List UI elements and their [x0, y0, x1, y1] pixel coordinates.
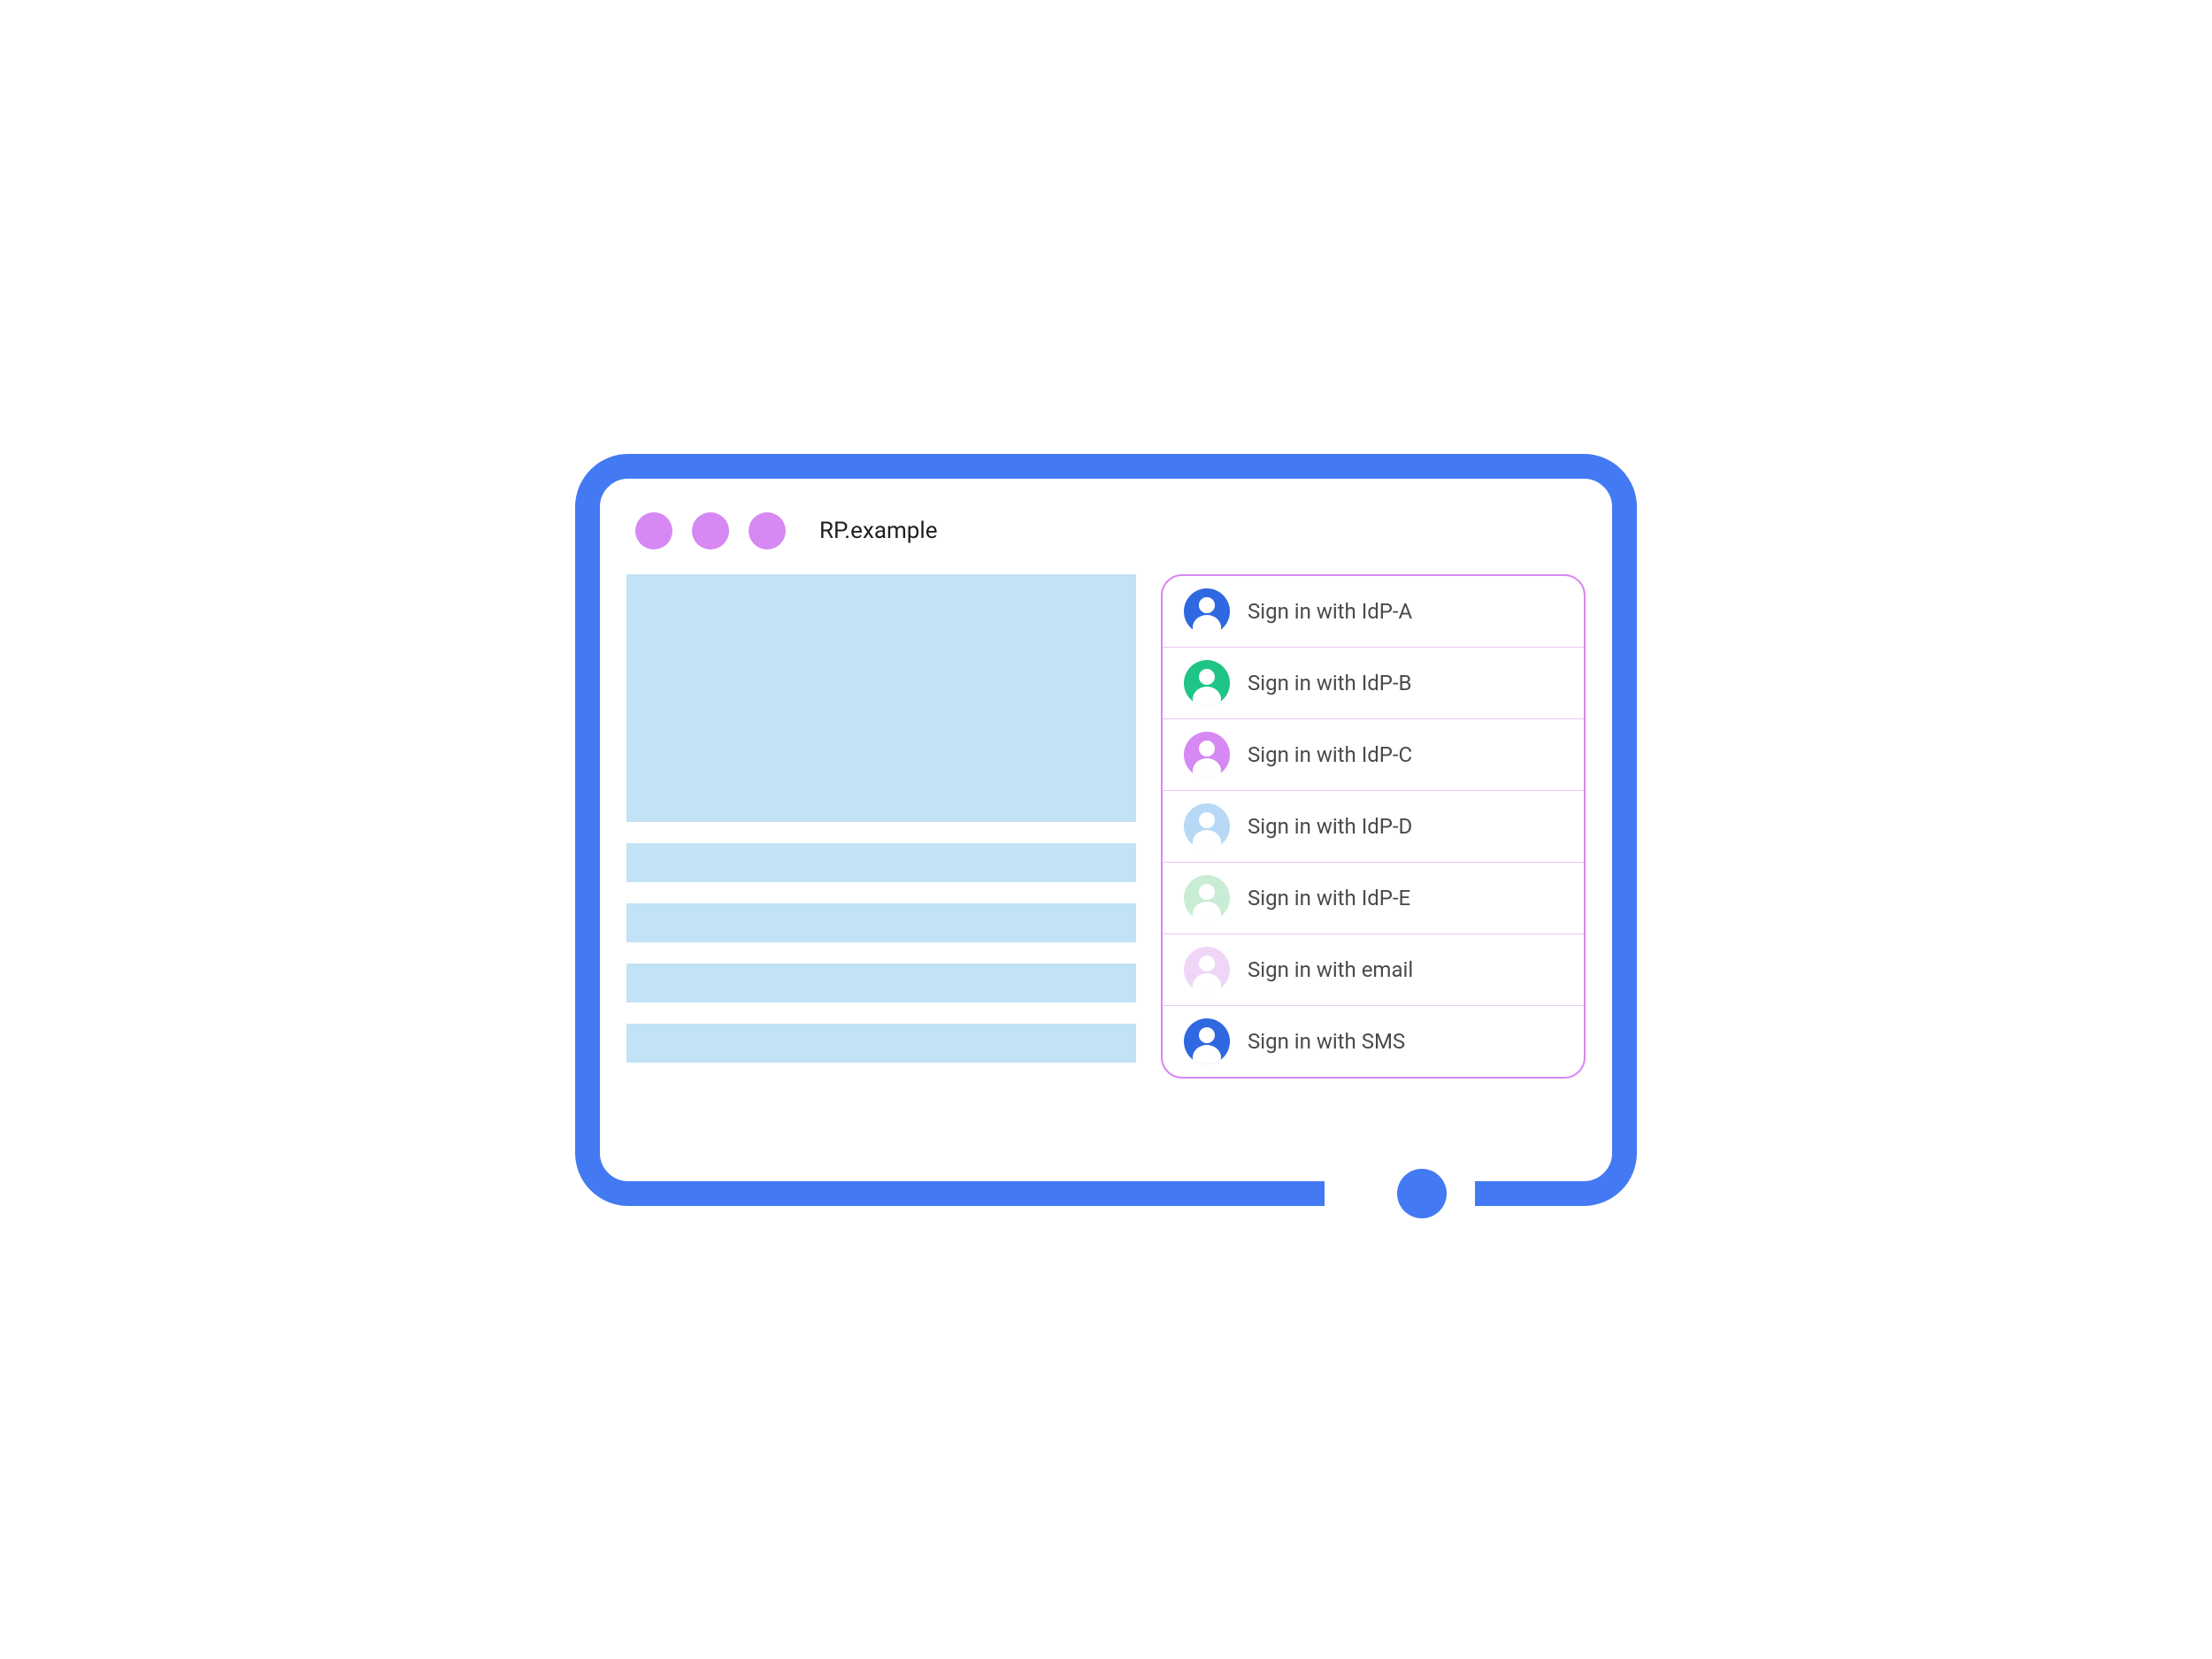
- person-icon: [1184, 588, 1230, 634]
- signin-label: Sign in with SMS: [1248, 1029, 1405, 1054]
- window-control-dot: [692, 512, 729, 549]
- signin-label: Sign in with IdP-B: [1248, 671, 1412, 695]
- home-button-icon: [1397, 1169, 1447, 1218]
- signin-label: Sign in with IdP-D: [1248, 814, 1412, 839]
- browser-header: RP.example: [618, 496, 1594, 574]
- signin-option-idp-d[interactable]: Sign in with IdP-D: [1163, 791, 1584, 863]
- signin-option-idp-a[interactable]: Sign in with IdP-A: [1163, 576, 1584, 648]
- person-icon: [1184, 660, 1230, 706]
- signin-label: Sign in with email: [1248, 957, 1413, 982]
- content-line-placeholder: [626, 903, 1136, 942]
- signin-option-idp-c[interactable]: Sign in with IdP-C: [1163, 719, 1584, 791]
- content-hero-placeholder: [626, 574, 1136, 822]
- device-frame: RP.example Sign in with IdP-A Sign in wi…: [575, 454, 1637, 1206]
- signin-panel: Sign in with IdP-A Sign in with IdP-B Si…: [1161, 574, 1586, 1079]
- window-control-dot: [749, 512, 786, 549]
- device-home-indicator: [1386, 1169, 1457, 1218]
- window-controls: [635, 512, 786, 549]
- signin-label: Sign in with IdP-A: [1248, 599, 1412, 624]
- person-icon: [1184, 947, 1230, 993]
- person-icon: [1184, 732, 1230, 778]
- window-control-dot: [635, 512, 672, 549]
- main-content-column: [626, 574, 1136, 1079]
- content-line-placeholder: [626, 964, 1136, 1002]
- content-line-placeholder: [626, 1024, 1136, 1063]
- signin-label: Sign in with IdP-C: [1248, 742, 1412, 767]
- signin-option-email[interactable]: Sign in with email: [1163, 934, 1584, 1006]
- person-icon: [1184, 803, 1230, 849]
- signin-option-idp-e[interactable]: Sign in with IdP-E: [1163, 863, 1584, 934]
- address-bar-text: RP.example: [819, 518, 938, 544]
- signin-option-idp-b[interactable]: Sign in with IdP-B: [1163, 648, 1584, 719]
- person-icon: [1184, 875, 1230, 921]
- signin-label: Sign in with IdP-E: [1248, 886, 1410, 910]
- content-line-placeholder: [626, 843, 1136, 882]
- person-icon: [1184, 1018, 1230, 1064]
- signin-option-sms[interactable]: Sign in with SMS: [1163, 1006, 1584, 1077]
- page-content: Sign in with IdP-A Sign in with IdP-B Si…: [618, 574, 1594, 1079]
